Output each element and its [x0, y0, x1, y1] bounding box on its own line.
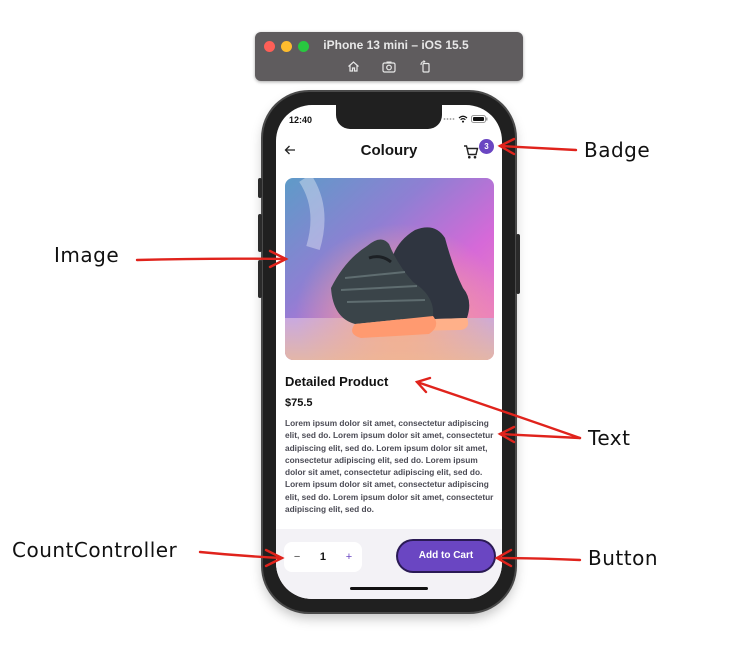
arrow-badge — [497, 137, 578, 156]
annotation-image: Image — [54, 243, 120, 267]
arrow-count-controller — [198, 548, 285, 568]
annotation-text: Text — [588, 426, 631, 450]
annotation-count-controller: CountController — [12, 538, 178, 562]
annotation-badge: Badge — [584, 138, 651, 162]
stage: iPhone 13 mini – iOS 15.5 12:40 — [0, 0, 730, 666]
annotation-button: Button — [588, 546, 658, 570]
arrow-text-title — [414, 376, 582, 440]
arrow-button — [494, 548, 582, 568]
arrow-image — [135, 249, 289, 269]
